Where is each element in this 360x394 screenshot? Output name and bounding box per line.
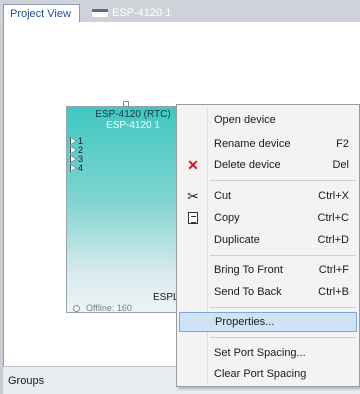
status-dot-icon <box>73 304 80 312</box>
menu-item-delete-device[interactable]: ✕ Delete device Del <box>179 155 357 175</box>
resize-handle[interactable] <box>123 101 129 107</box>
port-arrow-icon <box>70 155 77 163</box>
menu-separator <box>210 255 356 256</box>
delete-x-icon: ✕ <box>187 156 199 173</box>
port-arrow-icon <box>70 137 77 145</box>
menu-item-copy[interactable]: Copy Ctrl+C <box>179 208 357 228</box>
copy-icon-wrap <box>185 209 201 226</box>
tab-label: Project View <box>10 7 71 20</box>
menu-item-rename-device[interactable]: Rename device F2 <box>179 134 357 154</box>
status-indicator: Offline: 160 <box>73 303 132 313</box>
window-icon <box>92 9 108 17</box>
menu-separator <box>210 307 356 308</box>
menu-item-clear-port-spacing[interactable]: Clear Port Spacing <box>179 364 357 384</box>
tab-label: ESP-4120 1 <box>112 7 172 19</box>
tab-bar: Project View ESP-4120 1 <box>0 0 360 22</box>
menu-item-set-port-spacing[interactable]: Set Port Spacing... <box>179 343 357 363</box>
tab-esp-4120-1[interactable]: ESP-4120 1 <box>86 4 196 22</box>
menu-item-properties[interactable]: Properties... <box>179 312 357 332</box>
menu-separator <box>210 337 356 338</box>
menu-item-bring-to-front[interactable]: Bring To Front Ctrl+F <box>179 260 357 280</box>
device-bottom-label: ESPL <box>153 292 179 303</box>
menu-item-open-device[interactable]: Open device <box>179 110 357 130</box>
status-text: Offline: 160 <box>86 303 132 313</box>
menu-item-send-to-back[interactable]: Send To Back Ctrl+B <box>179 282 357 302</box>
port-4[interactable]: 4 <box>70 163 83 173</box>
tab-project-view[interactable]: Project View <box>3 4 80 22</box>
groups-label: Groups <box>8 375 45 387</box>
context-menu: Open device Rename device F2 ✕ Delete de… <box>176 104 360 387</box>
menu-item-cut[interactable]: ✂ Cut Ctrl+X <box>179 186 357 206</box>
menu-separator <box>210 180 356 181</box>
menu-item-duplicate[interactable]: Duplicate Ctrl+D <box>179 230 357 250</box>
port-arrow-icon <box>70 146 77 154</box>
port-arrow-icon <box>70 164 77 172</box>
copy-icon <box>185 209 198 224</box>
scissors-icon: ✂ <box>187 187 199 204</box>
